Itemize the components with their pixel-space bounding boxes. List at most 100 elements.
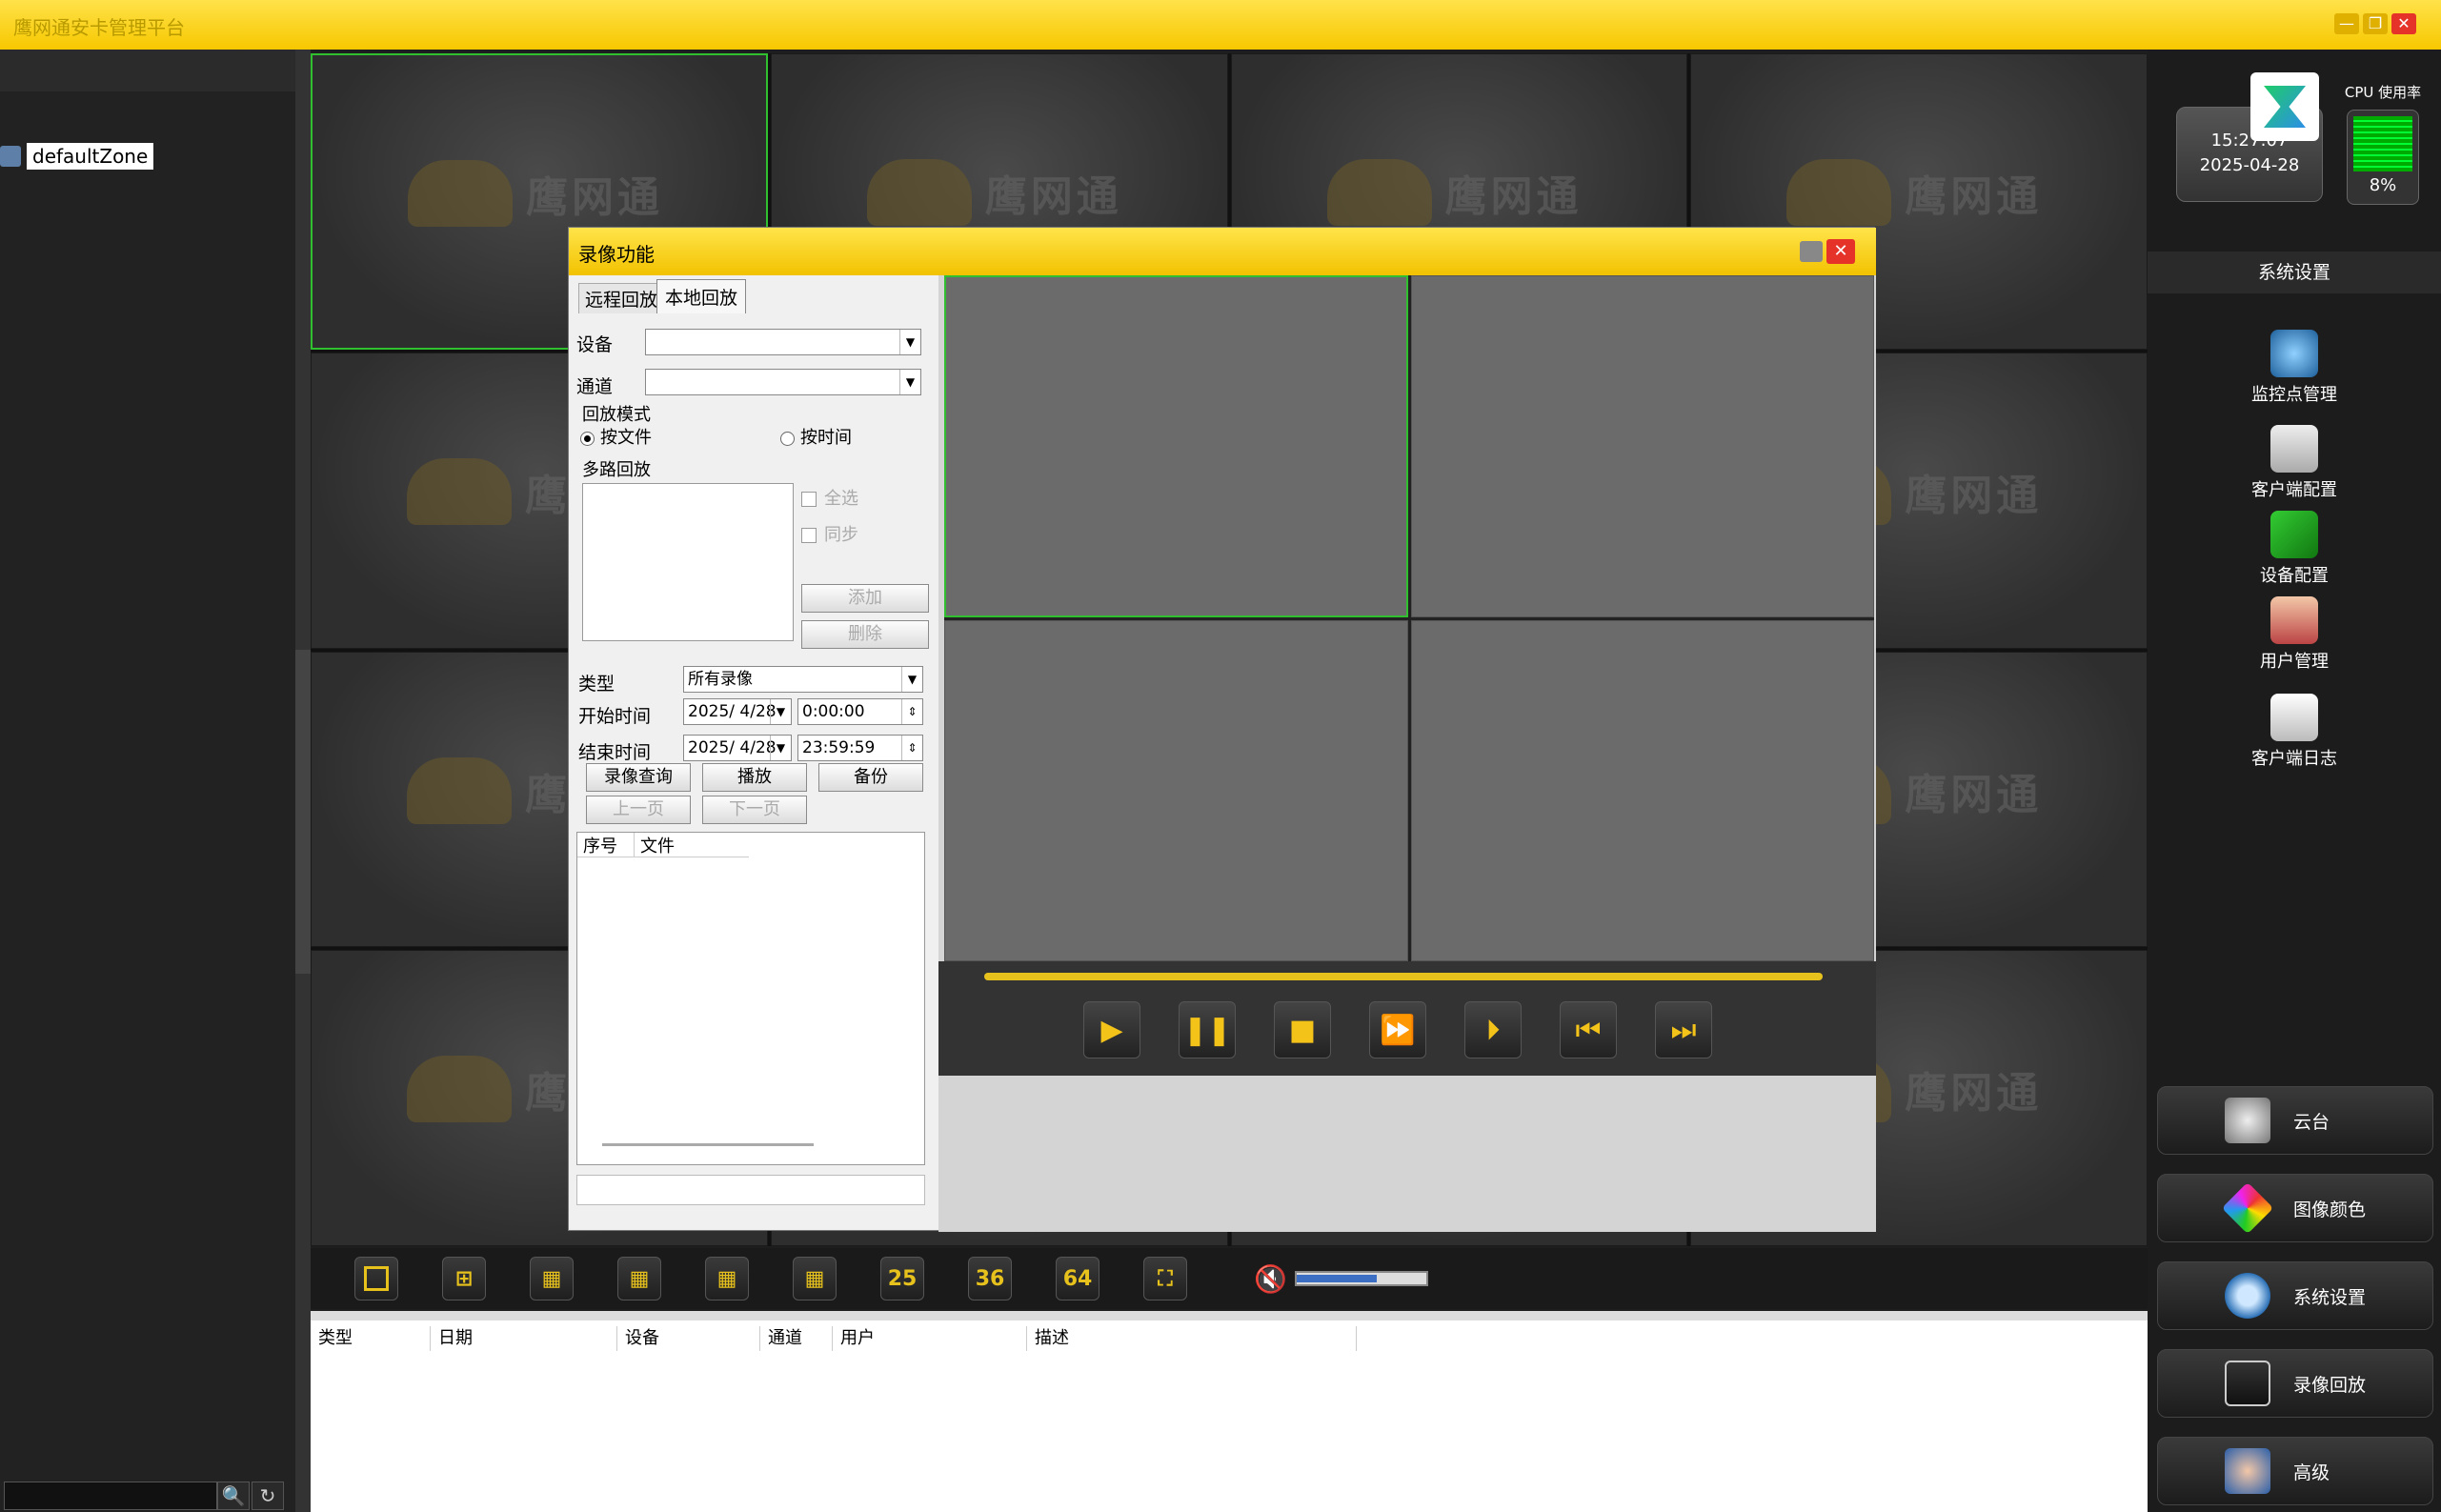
channel-select[interactable]: ▼ (645, 369, 921, 395)
log-col-channel[interactable]: 通道 (760, 1326, 833, 1351)
button-label: 图像颜色 (2293, 1199, 2367, 1220)
play-button[interactable]: 播放 (702, 763, 807, 792)
type-select[interactable]: 所有录像 ▼ (683, 666, 923, 693)
layout-25-button[interactable]: 25 (880, 1257, 924, 1300)
cloud-logo-icon (407, 1056, 512, 1123)
log-col-user[interactable]: 用户 (833, 1326, 1027, 1351)
mute-icon[interactable]: 🔇 (1254, 1263, 1287, 1295)
playback-cell[interactable] (944, 619, 1408, 961)
device-label: 设备 (576, 334, 614, 355)
layout-64-button[interactable]: 64 (1056, 1257, 1099, 1300)
watermark: 鹰网通 (1326, 159, 1583, 226)
multi-channel-list[interactable] (582, 483, 794, 641)
cloud-logo-icon (1326, 159, 1432, 226)
minimize-button[interactable]: — (2334, 13, 2359, 34)
cpu-label: CPU 使用率 (2344, 84, 2422, 101)
end-date-picker[interactable]: 2025/ 4/28 ▼ (683, 735, 792, 761)
client-config-item[interactable]: 客户端配置 (2148, 425, 2441, 501)
backup-button[interactable]: 备份 (818, 763, 923, 792)
restore-button[interactable]: ❐ (2363, 13, 2388, 34)
dialog-title-bar[interactable]: 录像功能 (569, 228, 1876, 275)
mode-time-radio[interactable]: 按时间 (780, 424, 852, 449)
delete-button[interactable]: 删除 (801, 620, 929, 649)
playback-area: ▶ ❚❚ ■ ⏩ ⏵ ⏮ ⏭ (938, 275, 1876, 1232)
playback-cell[interactable] (944, 275, 1408, 617)
cloud-logo-icon (866, 159, 972, 226)
horizontal-scrollbar[interactable] (602, 1143, 814, 1146)
select-all-checkbox[interactable]: 全选 (801, 485, 858, 510)
layout-1-button[interactable] (354, 1257, 398, 1300)
play-icon[interactable]: ▶ (1083, 1001, 1140, 1058)
user-icon (2270, 596, 2318, 644)
item-label: 客户端配置 (2251, 480, 2337, 500)
volume-slider[interactable] (1294, 1271, 1428, 1286)
file-list-header: 序号 文件 (577, 833, 749, 857)
monitor-point-item[interactable]: 监控点管理 (2148, 330, 2441, 406)
log-col-date[interactable]: 日期 (431, 1326, 617, 1351)
next-icon[interactable]: ⏭ (1655, 1001, 1712, 1058)
system-settings-button[interactable]: 系统设置 (2157, 1261, 2433, 1330)
panel-splitter[interactable] (295, 50, 311, 1512)
client-log-item[interactable]: 客户端日志 (2148, 694, 2441, 770)
status-field (576, 1175, 925, 1205)
start-time-spinner[interactable]: 0:00:00 ⇕ (797, 698, 923, 725)
col-file[interactable]: 文件 (635, 833, 749, 857)
device-select[interactable]: ▼ (645, 329, 921, 355)
layout-16-button[interactable]: ▦ (793, 1257, 837, 1300)
record-file-list[interactable]: 序号 文件 (576, 832, 925, 1165)
camera-icon (2270, 330, 2318, 377)
watermark-text: 鹰网通 (1905, 770, 2043, 819)
step-frame-icon[interactable]: ⏵ (1464, 1001, 1522, 1058)
previous-icon[interactable]: ⏮ (1560, 1001, 1617, 1058)
search-icon[interactable]: 🔍 (217, 1482, 250, 1510)
playback-cell[interactable] (1410, 275, 1874, 617)
refresh-icon[interactable]: ↻ (252, 1482, 284, 1510)
tree-search-input[interactable] (4, 1482, 217, 1510)
next-page-button[interactable]: 下一页 (702, 796, 807, 824)
playback-grid (944, 275, 1874, 961)
splitter-grip[interactable] (295, 650, 311, 974)
ptz-button[interactable]: 云台 (2157, 1086, 2433, 1155)
end-time-label: 结束时间 (578, 742, 652, 763)
tree-node-defaultzone[interactable]: defaultZone (0, 141, 154, 171)
progress-track[interactable] (984, 973, 1823, 980)
prev-page-button[interactable]: 上一页 (586, 796, 691, 824)
layout-9-button[interactable]: ▦ (617, 1257, 661, 1300)
fast-forward-icon[interactable]: ⏩ (1369, 1001, 1426, 1058)
users-icon (2225, 1448, 2270, 1494)
log-col-device[interactable]: 设备 (617, 1326, 760, 1351)
end-time-spinner[interactable]: 23:59:59 ⇕ (797, 735, 923, 761)
mode-file-radio[interactable]: 按文件 (580, 424, 652, 449)
sync-checkbox[interactable]: 同步 (801, 521, 858, 546)
close-button[interactable]: ✕ (2391, 13, 2416, 34)
layout-36-button[interactable]: 36 (968, 1257, 1012, 1300)
playback-button[interactable]: 录像回放 (2157, 1349, 2433, 1418)
cloud-logo-icon (407, 756, 512, 824)
user-management-item[interactable]: 用户管理 (2148, 596, 2441, 673)
log-col-desc[interactable]: 描述 (1027, 1326, 1357, 1351)
dialog-close-button[interactable]: ✕ (1826, 239, 1855, 264)
advanced-button[interactable]: 高级 (2157, 1437, 2433, 1505)
dialog-minimize-button[interactable] (1800, 241, 1823, 262)
col-index[interactable]: 序号 (577, 833, 635, 857)
image-color-button[interactable]: 图像颜色 (2157, 1174, 2433, 1242)
tab-remote-playback[interactable]: 远程回放 (578, 283, 665, 313)
fullscreen-icon[interactable]: ⛶ (1143, 1257, 1187, 1300)
watermark-text: 鹰网通 (1905, 471, 2043, 520)
log-splitter[interactable] (311, 1311, 2148, 1320)
layout-6-button[interactable]: ▦ (530, 1257, 574, 1300)
device-config-item[interactable]: 设备配置 (2148, 511, 2441, 587)
record-query-button[interactable]: 录像查询 (586, 763, 691, 792)
channel-label: 通道 (576, 376, 614, 397)
add-button[interactable]: 添加 (801, 584, 929, 613)
log-col-type[interactable]: 类型 (311, 1326, 431, 1351)
tab-local-playback[interactable]: 本地回放 (656, 279, 747, 313)
pause-icon[interactable]: ❚❚ (1179, 1001, 1236, 1058)
playback-cell[interactable] (1410, 619, 1874, 961)
layout-12-button[interactable]: ▦ (705, 1257, 749, 1300)
gear-icon (2225, 1273, 2270, 1319)
layout-4-button[interactable]: ⊞ (442, 1257, 486, 1300)
device-tree-panel: defaultZone (0, 50, 295, 1512)
start-date-picker[interactable]: 2025/ 4/28 ▼ (683, 698, 792, 725)
stop-icon[interactable]: ■ (1274, 1001, 1331, 1058)
